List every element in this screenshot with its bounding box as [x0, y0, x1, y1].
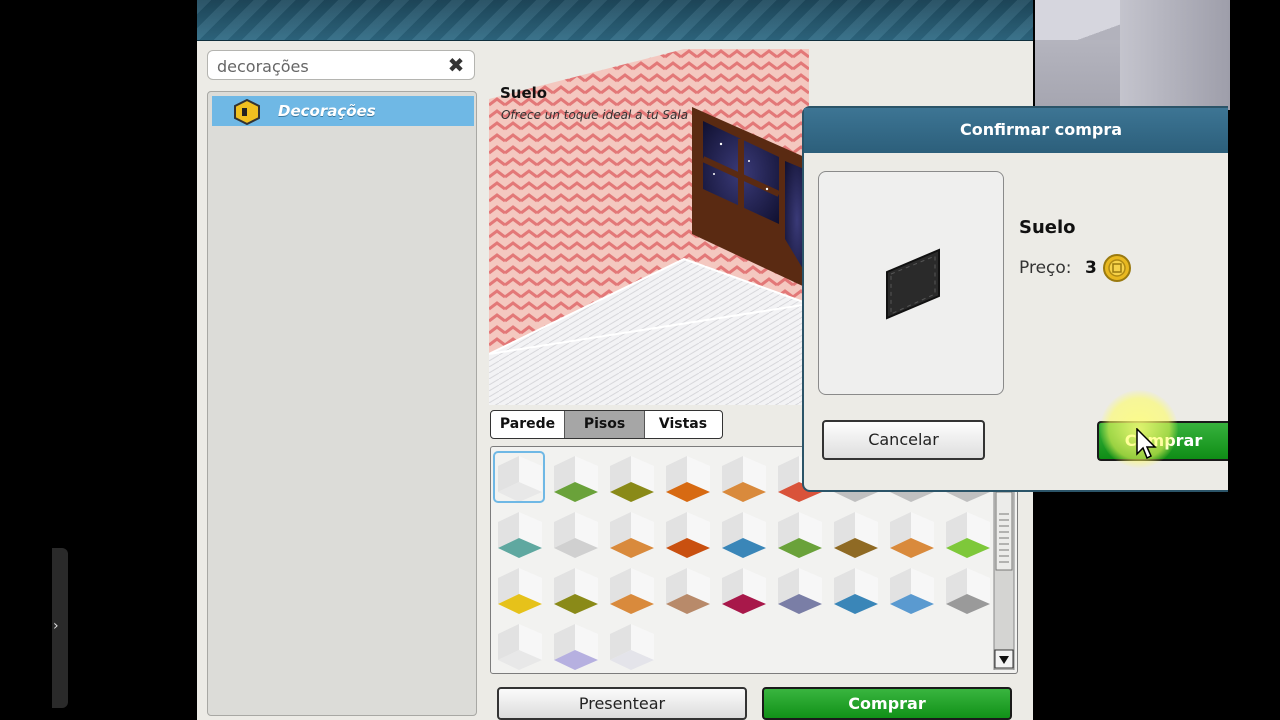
product-name: Suelo [500, 84, 548, 102]
floor-swatch[interactable] [610, 624, 654, 670]
tab-parede[interactable]: Parede [491, 411, 564, 438]
tab-vistas[interactable]: Vistas [644, 411, 722, 438]
floor-swatch[interactable] [610, 456, 654, 502]
floor-swatch[interactable] [498, 512, 542, 558]
floor-swatch[interactable] [778, 512, 822, 558]
floor-swatch[interactable] [666, 456, 710, 502]
floor-swatch[interactable] [722, 568, 766, 614]
price-value: 3 [1085, 258, 1097, 278]
floor-swatch[interactable] [890, 568, 934, 614]
floor-swatch[interactable] [498, 624, 542, 670]
cancel-button[interactable]: Cancelar [822, 420, 985, 460]
dialog-title: Confirmar compra [959, 120, 1123, 139]
floor-swatch[interactable] [890, 512, 934, 558]
buy-button[interactable]: Comprar [762, 687, 1012, 720]
search-box[interactable] [207, 50, 475, 80]
floor-swatch[interactable] [498, 568, 542, 614]
item-preview-frame [818, 171, 1004, 395]
floor-swatch[interactable] [778, 568, 822, 614]
tree-item-label: Decorações [278, 102, 376, 120]
category-tree [207, 91, 477, 716]
floor-swatch[interactable] [554, 512, 598, 558]
coin-icon [1103, 254, 1131, 282]
search-input[interactable] [217, 56, 437, 76]
floor-swatch[interactable] [666, 568, 710, 614]
tab-pisos[interactable]: Pisos [564, 411, 645, 438]
floor-swatch[interactable] [666, 512, 710, 558]
floor-swatch[interactable] [493, 451, 545, 503]
catalog-header-banner [197, 0, 1033, 41]
floor-swatch[interactable] [554, 568, 598, 614]
chevron-right-icon[interactable]: › [53, 618, 59, 634]
dialog-item-name: Suelo [1019, 217, 1076, 238]
product-description: Ofrece un toque ideal a tu Sala [501, 108, 689, 122]
cursor-icon [1136, 428, 1157, 460]
floor-swatch[interactable] [610, 512, 654, 558]
floor-swatch[interactable] [722, 512, 766, 558]
floor-tile-icon [886, 248, 940, 320]
floor-swatch[interactable] [834, 568, 878, 614]
price-label: Preço: [1019, 258, 1072, 278]
room-preview [489, 49, 809, 405]
floor-swatch[interactable] [554, 456, 598, 502]
floor-swatch[interactable] [946, 568, 990, 614]
close-icon[interactable]: ✖ [446, 55, 466, 75]
gift-button[interactable]: Presentear [497, 687, 747, 720]
floor-swatch[interactable] [834, 512, 878, 558]
building-column [1120, 0, 1230, 110]
floor-swatch[interactable] [946, 512, 990, 558]
floor-swatch[interactable] [610, 568, 654, 614]
floor-swatch[interactable] [554, 624, 598, 670]
category-tabs: Parede Pisos Vistas [490, 410, 723, 439]
floor-swatch[interactable] [722, 456, 766, 502]
box-icon [234, 99, 260, 125]
